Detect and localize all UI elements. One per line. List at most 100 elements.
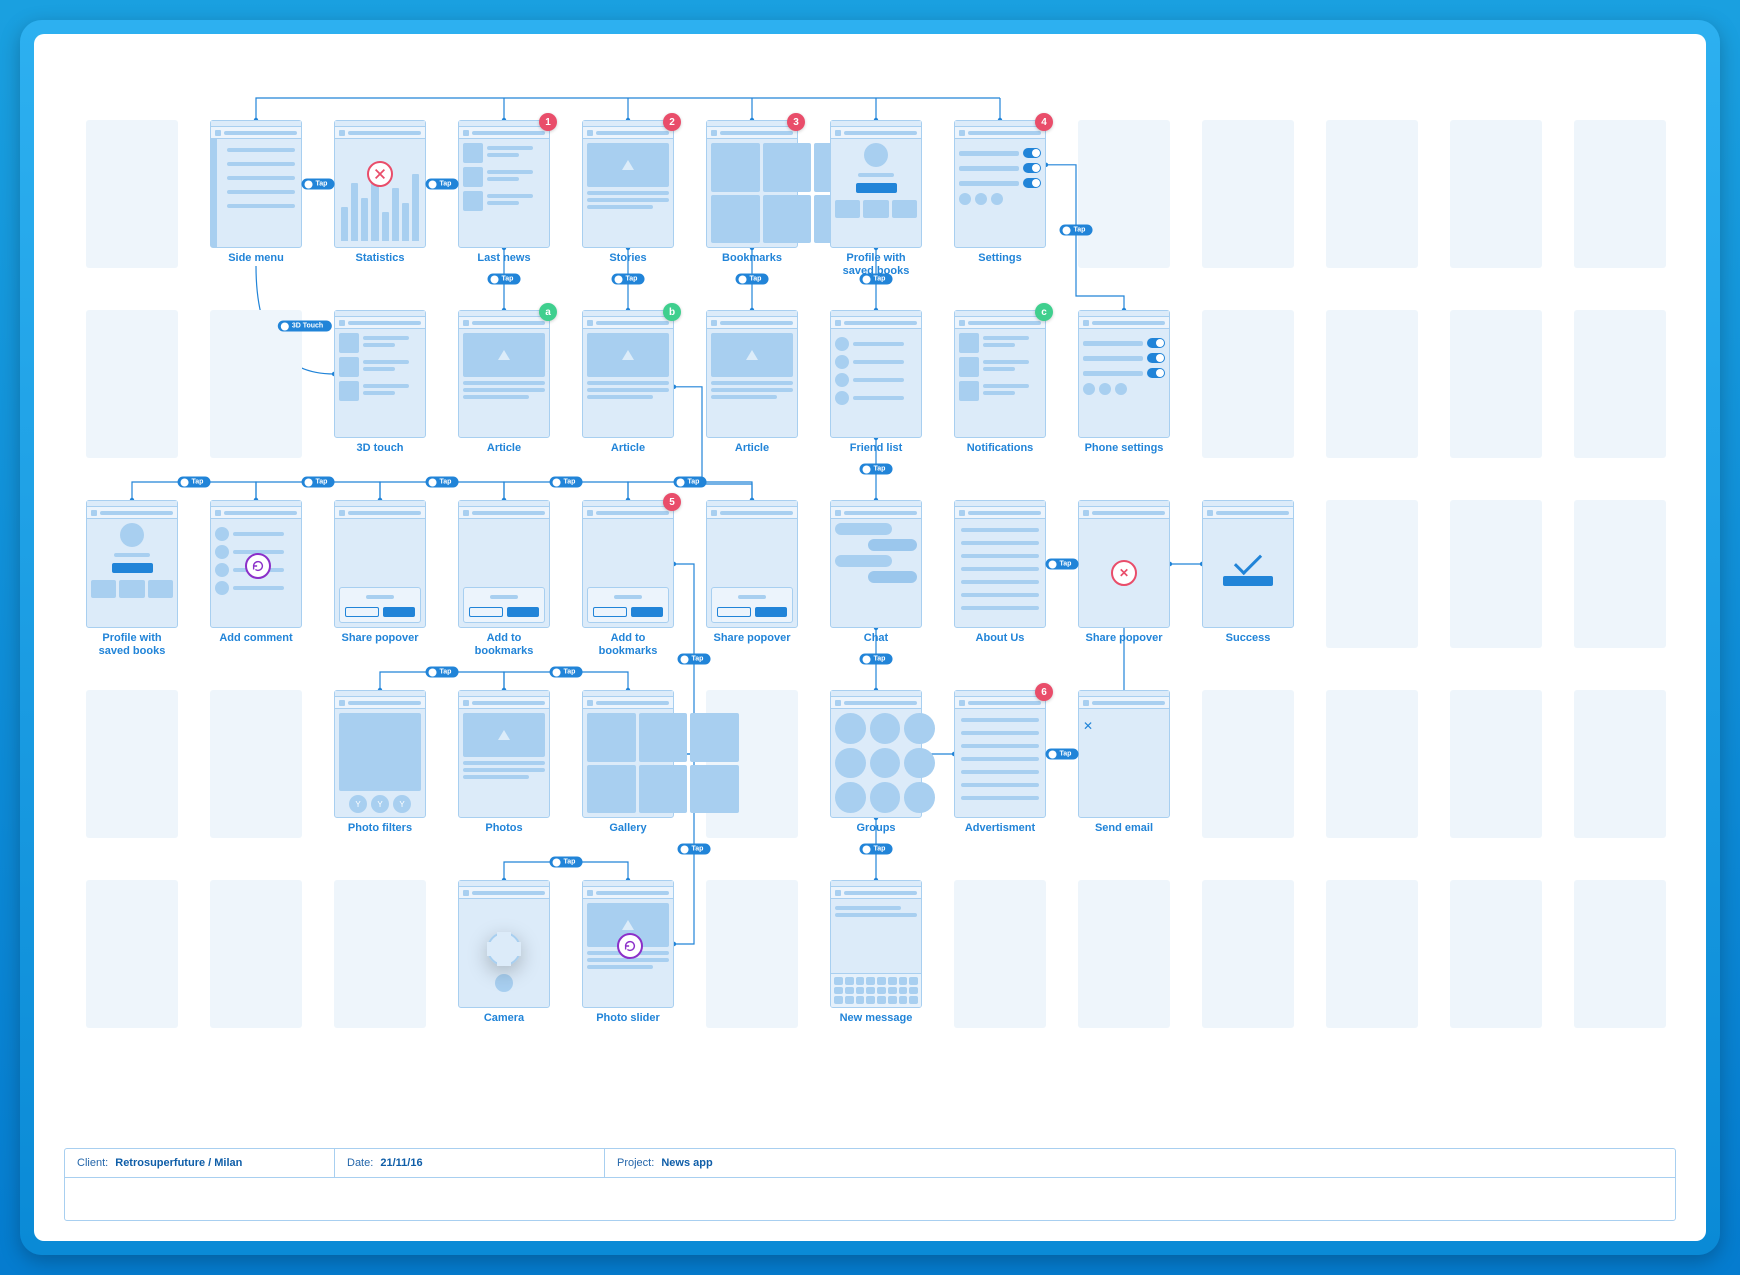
tap-pill[interactable]: Tap <box>1060 225 1093 236</box>
footer-client-label: Client: <box>77 1157 108 1169</box>
empty-slot <box>1326 690 1418 838</box>
tap-pill[interactable]: Tap <box>550 667 583 678</box>
tap-pill[interactable]: Tap <box>860 274 893 285</box>
screen-side_menu[interactable]: Side menu <box>210 120 302 268</box>
wireframe <box>86 500 178 628</box>
screen-label: Photo filters <box>334 822 426 835</box>
tap-pill[interactable]: Tap <box>488 274 521 285</box>
screen-chat[interactable]: Chat <box>830 500 922 648</box>
tap-pill[interactable]: Tap <box>550 477 583 488</box>
screen-last_news[interactable]: 1Last news <box>458 120 550 268</box>
screen-profile_saved_2[interactable]: Profile with saved books <box>86 500 178 648</box>
badge: 6 <box>1035 683 1053 701</box>
wireframe <box>1202 500 1294 628</box>
empty-slot <box>86 120 178 268</box>
wireframe <box>458 500 550 628</box>
tap-pill[interactable]: Tap <box>674 477 707 488</box>
empty-slot <box>1326 310 1418 458</box>
screen-label: Photos <box>458 822 550 835</box>
screen-article_a[interactable]: aArticle <box>458 310 550 458</box>
screen-advertisment[interactable]: 6Advertisment <box>954 690 1046 838</box>
footer-notes <box>65 1178 1675 1220</box>
wireframe: YYY <box>334 690 426 818</box>
screen-label: Share popover <box>334 632 426 645</box>
tap-pill[interactable]: Tap <box>860 654 893 665</box>
footer-info: Client: Retrosuperfuture / Milan Date: 2… <box>64 1148 1676 1221</box>
empty-slot <box>1326 500 1418 648</box>
wireframe: 4 <box>954 120 1046 248</box>
empty-slot <box>1202 120 1294 268</box>
screen-friend_list[interactable]: Friend list <box>830 310 922 458</box>
empty-slot <box>1450 880 1542 1028</box>
badge: 4 <box>1035 113 1053 131</box>
screen-settings[interactable]: 4Settings <box>954 120 1046 268</box>
screen-phone_settings[interactable]: Phone settings <box>1078 310 1170 458</box>
screen-share_popover_2[interactable]: Share popover <box>706 500 798 648</box>
tap-pill[interactable]: Tap <box>678 844 711 855</box>
tap-pill[interactable]: Tap <box>1046 749 1079 760</box>
tap-pill[interactable]: Tap <box>860 464 893 475</box>
wireframe <box>830 880 922 1008</box>
tap-pill[interactable]: Tap <box>678 654 711 665</box>
screen-share_popover_1[interactable]: Share popover <box>334 500 426 648</box>
screen-statistics[interactable]: Statistics <box>334 120 426 268</box>
tap-pill[interactable]: Tap <box>178 477 211 488</box>
screen-notifications[interactable]: cNotifications <box>954 310 1046 458</box>
badge: a <box>539 303 557 321</box>
tap-pill[interactable]: Tap <box>426 179 459 190</box>
screen-add_bookmarks_1[interactable]: Add to bookmarks <box>458 500 550 648</box>
screen-touch3d[interactable]: 3D touch <box>334 310 426 458</box>
footer-project-value: News app <box>661 1157 712 1169</box>
screen-bookmarks[interactable]: 3Bookmarks <box>706 120 798 268</box>
screen-success[interactable]: Success <box>1202 500 1294 648</box>
tap-pill[interactable]: Tap <box>1046 559 1079 570</box>
canvas[interactable]: Side menu Statistics 1Last news 2Stories 3Bo… <box>34 34 1706 1241</box>
screen-article_c[interactable]: Article <box>706 310 798 458</box>
empty-slot <box>86 880 178 1028</box>
tap-pill[interactable]: Tap <box>426 477 459 488</box>
tap-pill[interactable]: Tap <box>550 857 583 868</box>
screen-add_comment[interactable]: Add comment <box>210 500 302 648</box>
empty-slot <box>1202 690 1294 838</box>
screen-article_b[interactable]: bArticle <box>582 310 674 458</box>
tap-pill[interactable]: Tap <box>302 477 335 488</box>
tap-pill[interactable]: Tap <box>612 274 645 285</box>
tap-pill[interactable]: Tap <box>860 844 893 855</box>
empty-slot <box>86 690 178 838</box>
screen-photos[interactable]: Photos <box>458 690 550 838</box>
screen-share_popover_3[interactable]: ✕Share popover <box>1078 500 1170 648</box>
screen-new_message[interactable]: New message <box>830 880 922 1028</box>
screen-send_email[interactable]: ✕Send email <box>1078 690 1170 838</box>
empty-slot <box>706 880 798 1028</box>
screen-photo_filters[interactable]: YYY Photo filters <box>334 690 426 838</box>
screen-label: Phone settings <box>1078 442 1170 455</box>
tap-pill[interactable]: Tap <box>426 667 459 678</box>
footer-client: Client: Retrosuperfuture / Milan <box>65 1149 335 1177</box>
close-icon[interactable] <box>367 161 393 187</box>
wireframe <box>582 690 674 818</box>
screen-photo_slider[interactable]: Photo slider <box>582 880 674 1028</box>
tap-pill[interactable]: Tap <box>302 179 335 190</box>
screen-label: Article <box>706 442 798 455</box>
screen-camera[interactable]: Camera <box>458 880 550 1028</box>
tap-pill[interactable]: Tap <box>736 274 769 285</box>
wireframe: 6 <box>954 690 1046 818</box>
3d-touch-pill[interactable]: 3D Touch <box>278 321 332 332</box>
screen-gallery[interactable]: Gallery <box>582 690 674 838</box>
empty-slot <box>1078 880 1170 1028</box>
screen-profile_saved_1[interactable]: Profile with saved books <box>830 120 922 268</box>
refresh-icon[interactable] <box>617 933 643 959</box>
wireframe <box>458 880 550 1008</box>
screen-stories[interactable]: 2Stories <box>582 120 674 268</box>
screen-groups[interactable]: Groups <box>830 690 922 838</box>
badge: 1 <box>539 113 557 131</box>
wireframe: c <box>954 310 1046 438</box>
screen-label: Statistics <box>334 252 426 265</box>
screen-label: Share popover <box>706 632 798 645</box>
screen-add_bookmarks_2[interactable]: 5Add to bookmarks <box>582 500 674 648</box>
screen-about_us[interactable]: About Us <box>954 500 1046 648</box>
refresh-icon[interactable] <box>245 553 271 579</box>
badge: 3 <box>787 113 805 131</box>
badge: b <box>663 303 681 321</box>
screen-label: Chat <box>830 632 922 645</box>
